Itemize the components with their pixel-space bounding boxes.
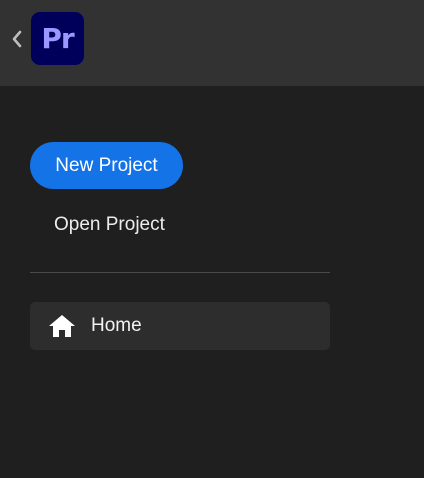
start-screen: Pr New Project Open Project Home — [0, 0, 424, 478]
divider — [30, 272, 330, 273]
chevron-left-icon — [12, 30, 22, 48]
new-project-button[interactable]: New Project — [30, 142, 183, 189]
top-bar: Pr — [0, 0, 424, 86]
sidebar-item-label: Home — [91, 315, 142, 336]
back-button[interactable] — [8, 28, 26, 50]
sidebar-item-home[interactable]: Home — [30, 302, 330, 350]
home-icon — [49, 315, 75, 337]
open-project-button[interactable]: Open Project — [54, 210, 165, 240]
logo-text: Pr — [41, 21, 74, 55]
premiere-pro-logo: Pr — [31, 12, 84, 65]
